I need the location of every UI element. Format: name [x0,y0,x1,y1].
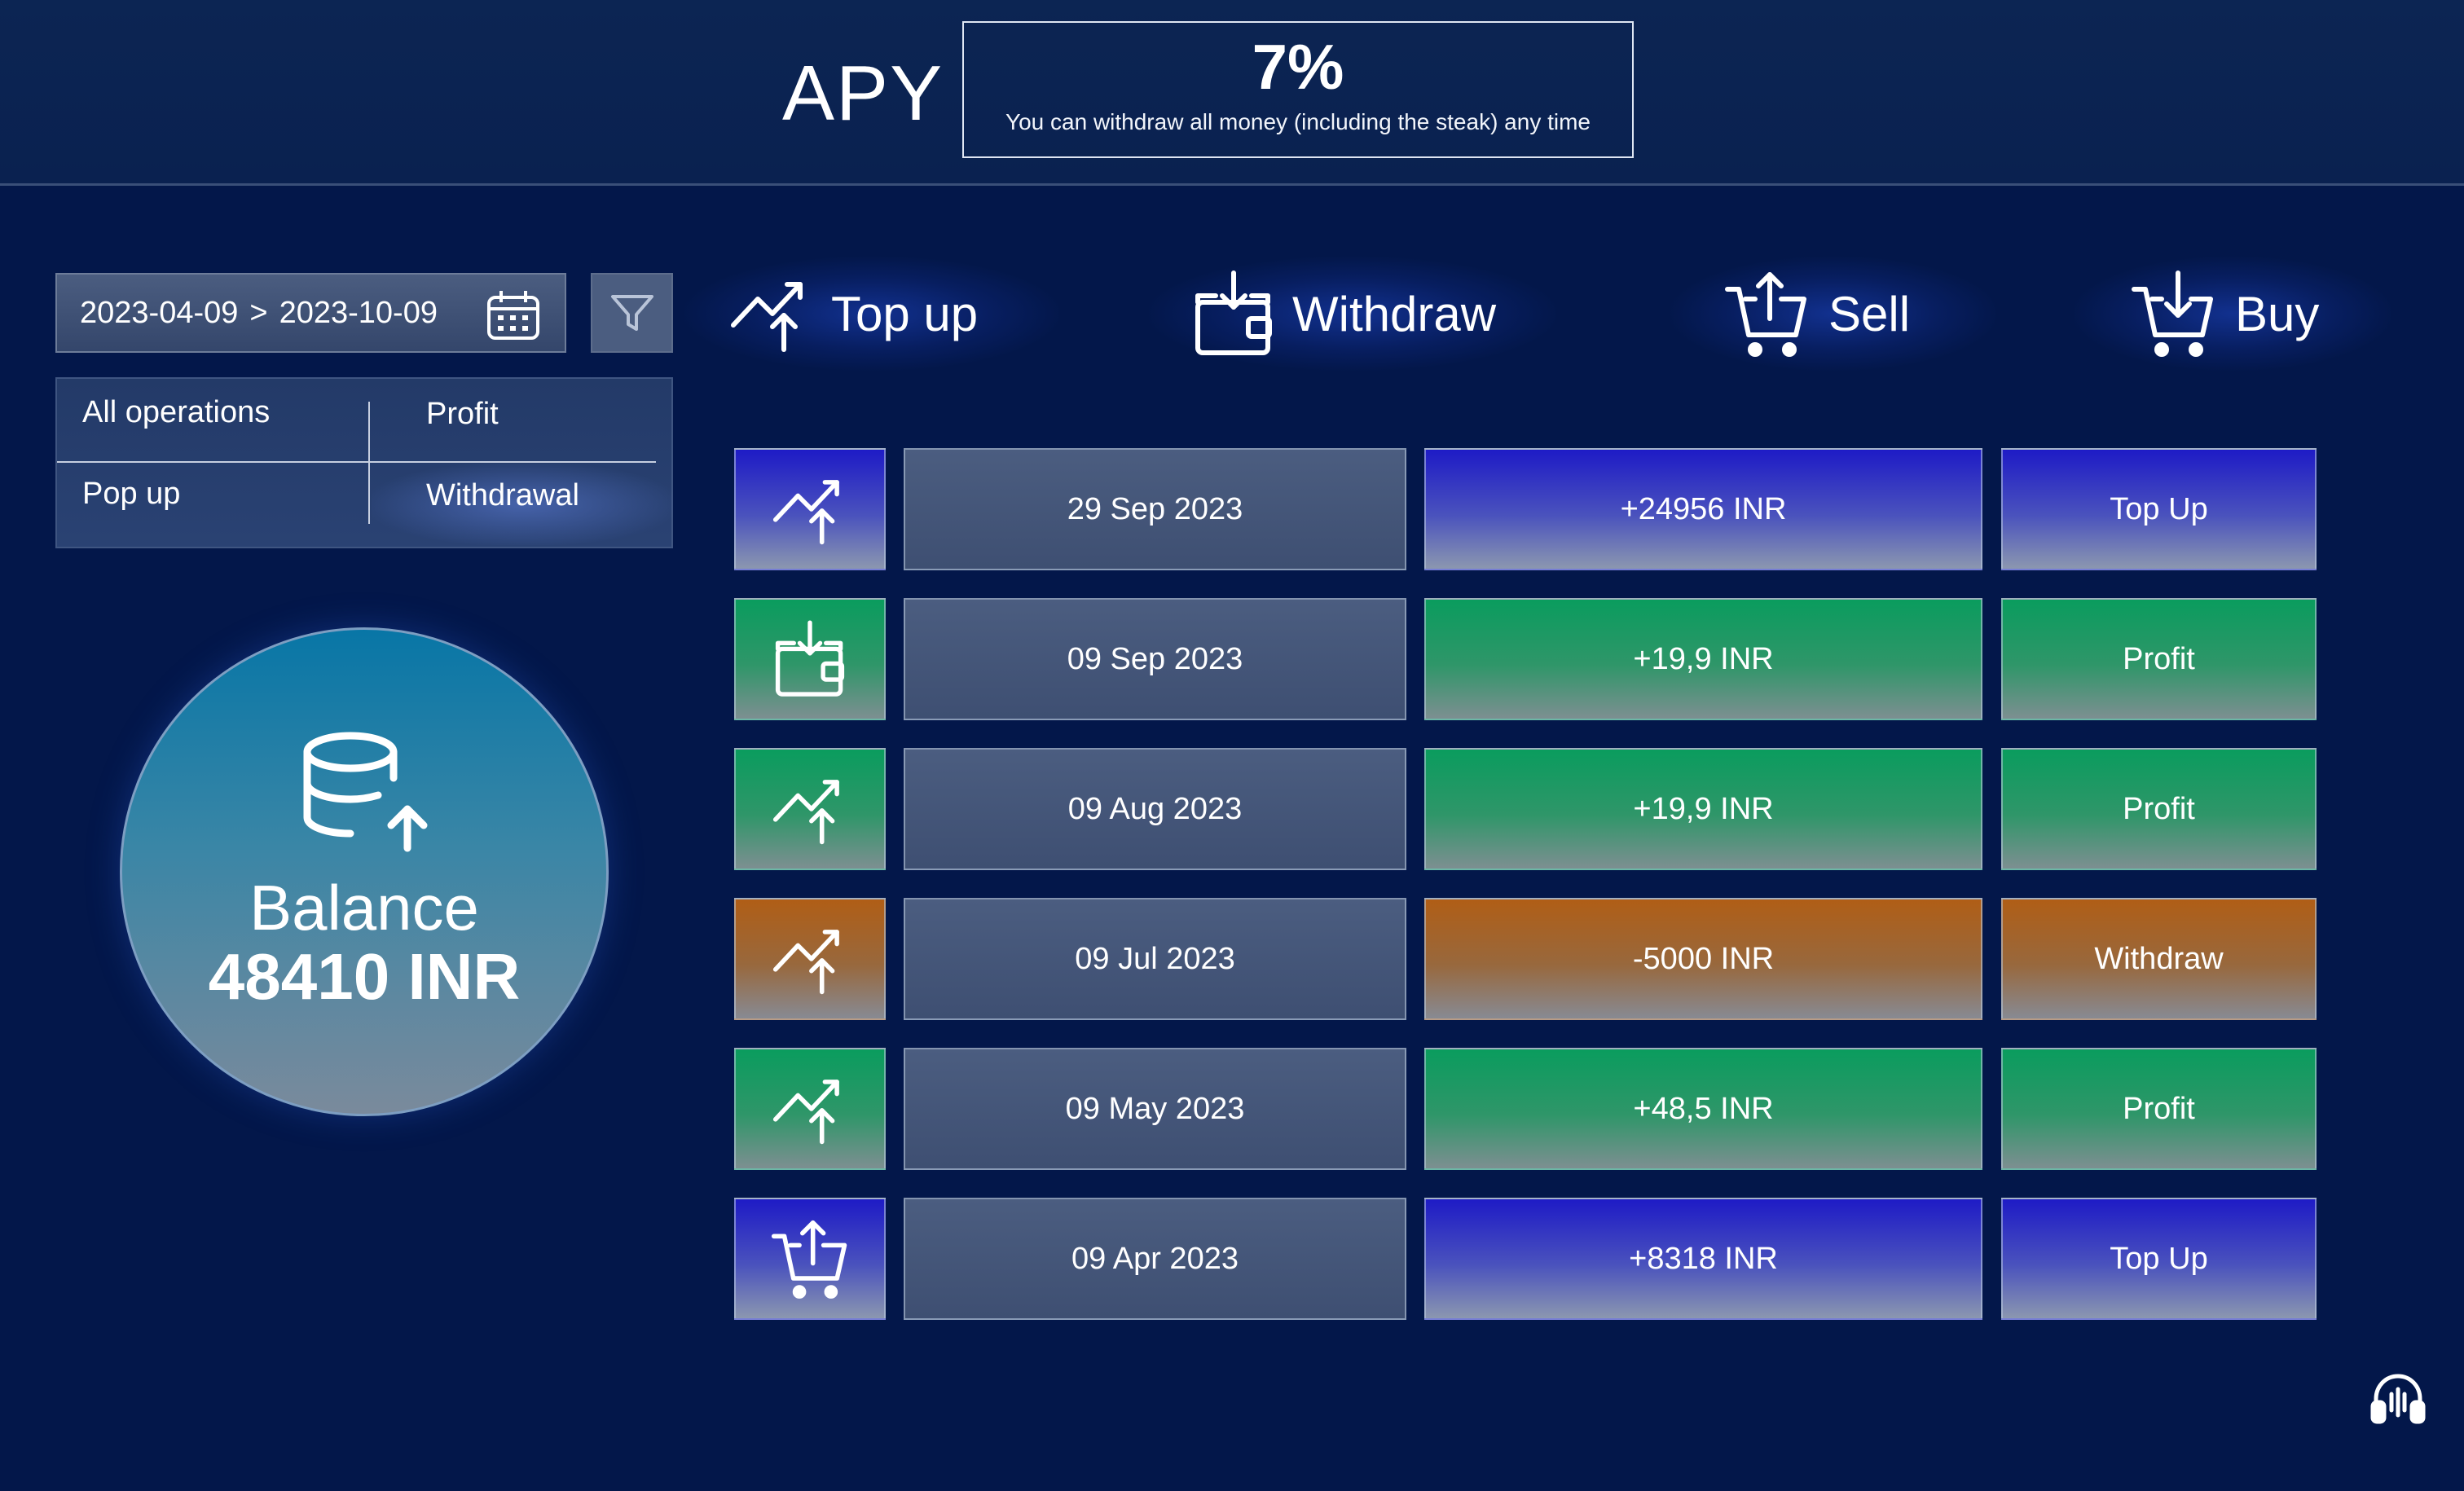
transaction-date: 09 May 2023 [904,1048,1406,1170]
transaction-row[interactable]: 09 Aug 2023 +19,9 INR Profit [0,748,2464,870]
transaction-type: Profit [2001,748,2317,870]
transaction-row[interactable]: 09 May 2023 +48,5 INR Profit [0,1048,2464,1170]
transaction-amount: +24956 INR [1424,448,1982,570]
wallet-download-icon [775,620,845,697]
transaction-icon-cell [734,748,886,870]
header-bar: APY 7% You can withdraw all money (inclu… [0,0,2464,186]
transaction-type: Profit [2001,1048,2317,1170]
calendar-icon[interactable] [486,289,540,341]
transaction-amount: +19,9 INR [1424,748,1982,870]
wallet-download-icon [1195,270,1272,355]
transaction-amount: -5000 INR [1424,898,1982,1020]
transaction-row[interactable]: 09 Apr 2023 +8318 INR Top Up [0,1198,2464,1320]
funnel-icon [610,295,653,331]
withdraw-button[interactable]: Withdraw [1149,257,1556,371]
sell-button-label: Sell [1828,286,1911,341]
transaction-row[interactable]: 09 Jul 2023 -5000 INR Withdraw [0,898,2464,1020]
transaction-type: Top Up [2001,1198,2317,1320]
transaction-type: Profit [2001,598,2317,720]
transaction-date: 09 Apr 2023 [904,1198,1406,1320]
transaction-row[interactable]: 29 Sep 2023 +24956 INR Top Up [0,448,2464,570]
transaction-icon-cell [734,448,886,570]
buy-button-label: Buy [2235,286,2320,341]
transaction-date: 09 Jul 2023 [904,898,1406,1020]
sell-button[interactable]: Sell [1670,257,1996,371]
headphones-icon[interactable] [2369,1370,2427,1427]
transaction-amount: +8318 INR [1424,1198,1982,1320]
transaction-icon-cell [734,1048,886,1170]
transaction-date: 09 Sep 2023 [904,598,1406,720]
top-up-button-label: Top up [831,286,979,341]
filter-option-profit[interactable]: Profit [426,397,499,432]
transaction-row[interactable]: 09 Sep 2023 +19,9 INR Profit [0,598,2464,720]
cart-upload-icon [1725,272,1806,357]
apy-value: 7% [1252,31,1344,103]
apy-label: APY [782,50,944,137]
trend-up-arrow-icon [772,1080,839,1145]
filter-button[interactable] [591,273,673,353]
date-range-end: 2023-10-09 [279,295,438,330]
top-up-button[interactable]: Top up [684,257,1059,371]
transaction-amount: +48,5 INR [1424,1048,1982,1170]
date-range-separator: > [249,295,268,330]
trend-up-arrow-icon [772,480,839,545]
transaction-icon-cell [734,898,886,1020]
transaction-type: Top Up [2001,448,2317,570]
transaction-type: Withdraw [2001,898,2317,1020]
transaction-date: 29 Sep 2023 [904,448,1406,570]
transaction-date: 09 Aug 2023 [904,748,1406,870]
date-range-picker[interactable]: 2023-04-09 > 2023-10-09 [55,273,566,353]
transaction-amount: +19,9 INR [1424,598,1982,720]
trend-up-arrow-icon [772,930,839,995]
cart-upload-icon [771,1220,847,1299]
date-range-start: 2023-04-09 [80,295,239,330]
transaction-icon-cell [734,1198,886,1320]
filter-option-all-operations[interactable]: All operations [82,395,270,430]
apy-info-box: 7% You can withdraw all money (including… [962,21,1634,158]
buy-button[interactable]: Buy [2074,257,2391,371]
transaction-icon-cell [734,598,886,720]
trend-up-arrow-icon [772,780,839,845]
withdraw-button-label: Withdraw [1292,286,1497,341]
trend-up-arrow-icon [731,282,803,352]
apy-note: You can withdraw all money (including th… [1005,109,1591,134]
cart-download-icon [2132,270,2213,357]
